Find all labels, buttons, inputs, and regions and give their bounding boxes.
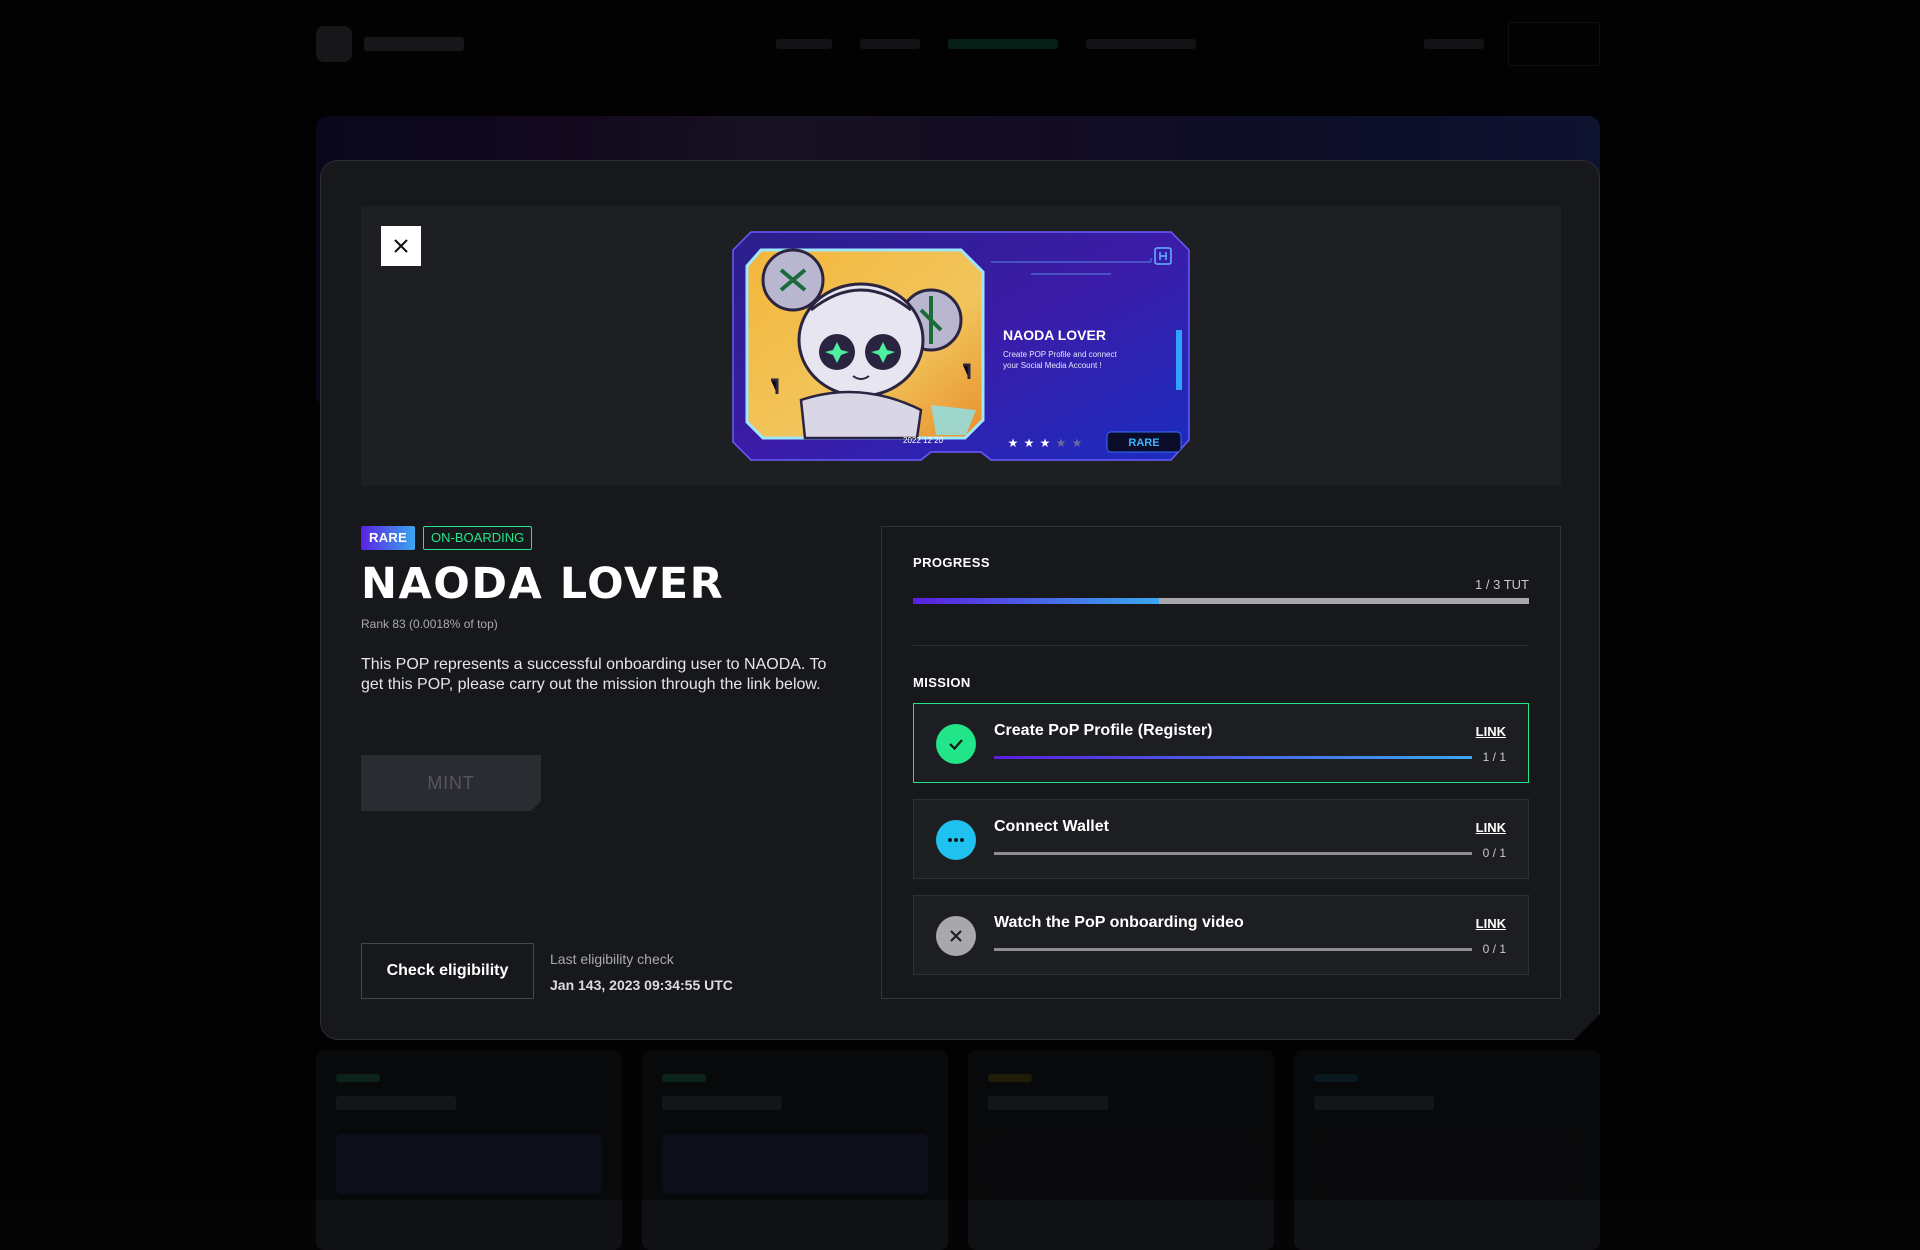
pop-card-preview: 2022 12 20 NAODA LOVER Create POP Profil… <box>361 206 1561 486</box>
close-button[interactable] <box>381 226 421 266</box>
panel-divider <box>913 645 1529 646</box>
mission-link[interactable]: LINK <box>1476 916 1506 931</box>
mission-item-connect-wallet: Connect Wallet LINK 0 / 1 <box>913 799 1529 879</box>
star-filled-icon: ★ <box>1008 436 1019 450</box>
close-icon <box>393 238 409 254</box>
mission-link[interactable]: LINK <box>1476 820 1506 835</box>
mission-progress-bar <box>994 756 1472 759</box>
close-icon <box>949 929 963 943</box>
mission-title: Watch the PoP onboarding video <box>994 914 1244 931</box>
progress-panel: PROGRESS 1 / 3 TUT MISSION Create PoP Pr… <box>881 526 1561 999</box>
progress-count: 1 / 3 TUT <box>1475 577 1529 592</box>
card-subtitle-line1: Create POP Profile and connect <box>1003 350 1117 359</box>
pop-detail-modal: 2022 12 20 NAODA LOVER Create POP Profil… <box>320 160 1600 1040</box>
card-title: NAODA LOVER <box>1003 327 1106 343</box>
star-filled-icon: ★ <box>1040 436 1051 450</box>
mission-heading: MISSION <box>913 675 971 690</box>
mission-item-watch-video: Watch the PoP onboarding video LINK 0 / … <box>913 895 1529 975</box>
mission-count: 0 / 1 <box>1482 942 1506 956</box>
check-eligibility-button[interactable]: Check eligibility <box>361 943 534 999</box>
card-rarity-label: RARE <box>1128 437 1159 449</box>
star-empty-icon: ★ <box>1056 436 1067 450</box>
pop-card-image: 2022 12 20 NAODA LOVER Create POP Profil… <box>731 230 1191 462</box>
mint-button[interactable]: MINT <box>361 755 541 811</box>
last-check-label: Last eligibility check <box>550 951 674 967</box>
mission-status-done <box>936 724 976 764</box>
card-subtitle-line2: your Social Media Account ! <box>1003 361 1102 370</box>
pop-description: This POP represents a successful onboard… <box>361 656 827 693</box>
more-dots-icon <box>947 837 965 843</box>
mission-progress-fill <box>994 756 1472 759</box>
mission-link[interactable]: LINK <box>1476 724 1506 739</box>
mission-item-create-profile: Create PoP Profile (Register) LINK 1 / 1 <box>913 703 1529 783</box>
category-badge: ON-BOARDING <box>423 526 532 550</box>
card-date: 2022 12 20 <box>903 436 944 445</box>
progress-heading: PROGRESS <box>913 555 990 570</box>
progress-bar-fill <box>913 598 1159 604</box>
star-filled-icon: ★ <box>1024 436 1035 450</box>
progress-bar <box>913 598 1529 604</box>
mission-status-pending <box>936 820 976 860</box>
mission-progress-bar <box>994 852 1472 855</box>
mission-title: Connect Wallet <box>994 818 1109 835</box>
rarity-badge: RARE <box>361 526 415 550</box>
tag-list: RARE ON-BOARDING <box>361 526 532 550</box>
rank-text: Rank 83 (0.0018% of top) <box>361 617 498 631</box>
star-empty-icon: ★ <box>1072 436 1083 450</box>
mission-count: 0 / 1 <box>1482 846 1506 860</box>
last-check-timestamp: Jan 143, 2023 09:34:55 UTC <box>550 977 733 993</box>
mission-title: Create PoP Profile (Register) <box>994 722 1213 739</box>
mission-progress-bar <box>994 948 1472 951</box>
mission-status-failed <box>936 916 976 956</box>
mission-count: 1 / 1 <box>1482 750 1506 764</box>
pop-title: NAODA LOVER <box>361 559 725 609</box>
check-icon <box>947 735 965 753</box>
